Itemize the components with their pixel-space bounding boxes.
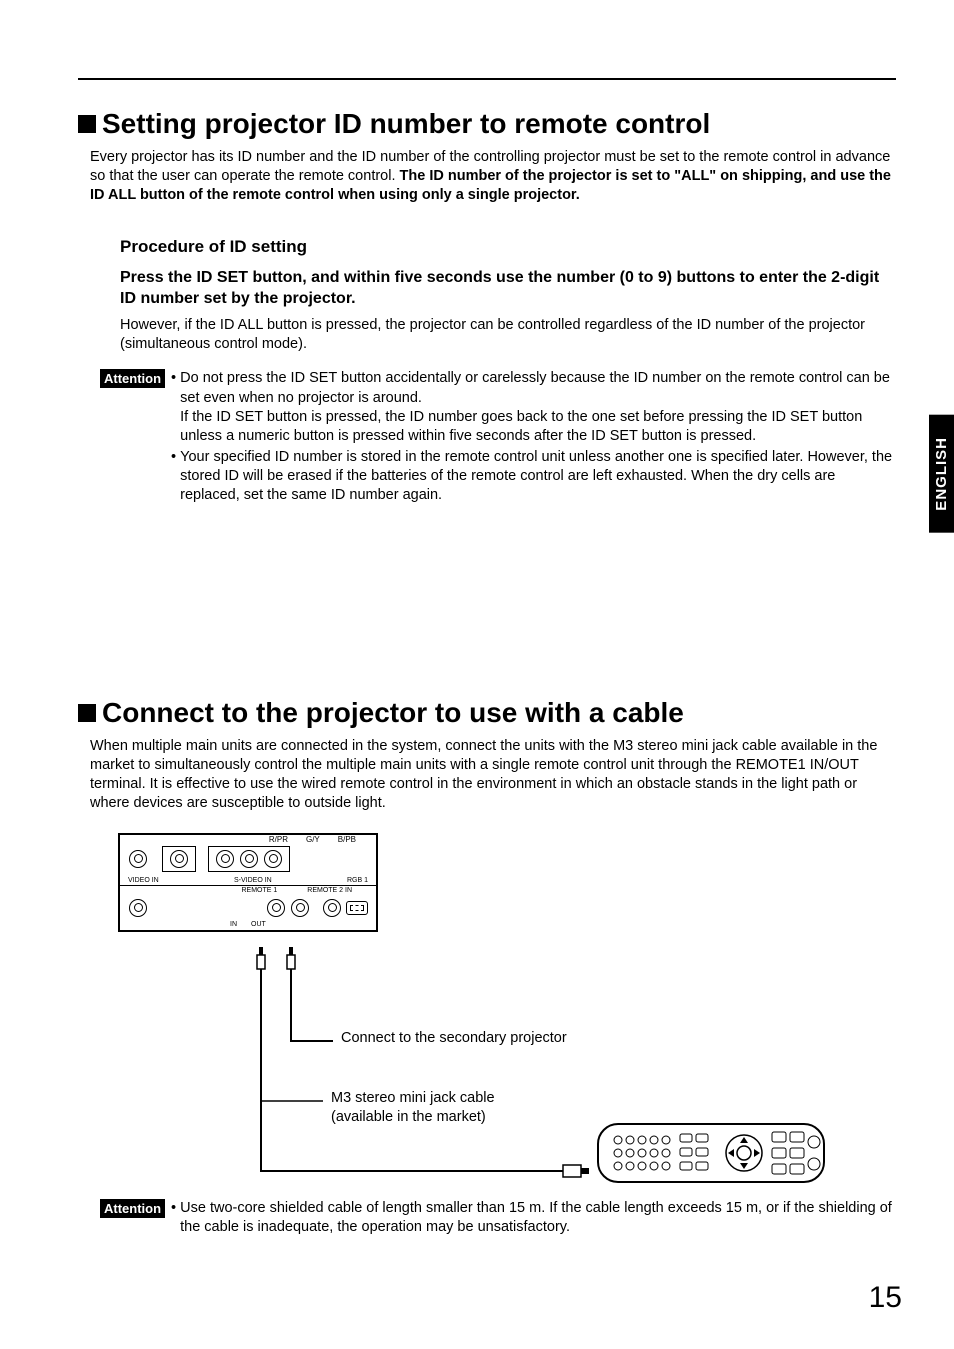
jack-icon (240, 850, 258, 868)
section1-title: Setting projector ID number to remote co… (78, 108, 896, 140)
section1-intro: Every projector has its ID number and th… (90, 148, 896, 205)
bullet-icon: • (171, 448, 176, 505)
section2-title-text: Connect to the projector to use with a c… (102, 697, 684, 729)
remote1-out-jack (291, 899, 309, 917)
rgb-ports (208, 846, 290, 872)
attention-item: •Your specified ID number is stored in t… (171, 448, 896, 505)
attention-text: Your specified ID number is stored in th… (180, 448, 896, 505)
port-labels-row2: REMOTE 1 REMOTE 2 IN (120, 886, 376, 895)
panel-row-bottom (120, 895, 376, 921)
label-svideo-in: S-VIDEO IN (234, 877, 272, 884)
caption-secondary: Connect to the secondary projector (341, 1029, 567, 1048)
remote1-in-jack (267, 899, 285, 917)
attention-block-1: Attention •Do not press the ID SET butto… (100, 369, 896, 507)
label-remote1: REMOTE 1 (241, 887, 277, 894)
label-bpb: B/PB (338, 835, 356, 844)
jack-icon (216, 850, 234, 868)
section1-title-text: Setting projector ID number to remote co… (102, 108, 710, 140)
section2-title: Connect to the projector to use with a c… (78, 697, 896, 729)
caption-cable: M3 stereo mini jack cable (available in … (331, 1089, 531, 1127)
label-rgb1: RGB 1 (347, 877, 368, 884)
label-remote2: REMOTE 2 IN (307, 887, 352, 894)
jack-icon (323, 899, 341, 917)
square-bullet-icon (78, 115, 96, 133)
attention-item: •Do not press the ID SET button accident… (171, 369, 896, 446)
jack-icon (170, 850, 188, 868)
language-tab: ENGLISH (929, 415, 954, 533)
label-in: IN (230, 921, 237, 928)
label-rpr: R/PR (269, 835, 288, 844)
bullet-icon: • (171, 369, 176, 446)
procedure-step: Press the ID SET button, and within five… (120, 267, 896, 310)
svideo-port (162, 846, 196, 872)
port-labels-row1: VIDEO IN S-VIDEO IN RGB 1 (120, 876, 376, 885)
attention-text: Use two-core shielded cable of length sm… (180, 1199, 896, 1237)
attention-list-1: •Do not press the ID SET button accident… (171, 369, 896, 507)
section2: Connect to the projector to use with a c… (78, 697, 896, 1239)
jack-icon (129, 899, 147, 917)
label-out: OUT (251, 921, 266, 928)
jack-icon (129, 850, 147, 868)
label-gy: G/Y (306, 835, 320, 844)
attention-item: •Use two-core shielded cable of length s… (171, 1199, 896, 1237)
attention-text: Do not press the ID SET button accidenta… (180, 369, 896, 446)
jack-icon (264, 850, 282, 868)
label-video-in: VIDEO IN (128, 877, 159, 884)
horizontal-rule (78, 78, 896, 80)
attention-block-2: Attention •Use two-core shielded cable o… (100, 1199, 896, 1239)
connection-diagram: R/PR G/Y B/PB VIDEO IN (118, 833, 896, 1193)
section2-intro: When multiple main units are connected i… (90, 737, 896, 812)
bullet-icon: • (171, 1199, 176, 1237)
page: Setting projector ID number to remote co… (0, 0, 954, 1349)
serial-port-icon (346, 901, 368, 915)
attention-label: Attention (100, 369, 165, 388)
in-out-labels: IN OUT (120, 921, 376, 930)
procedure-body: However, if the ID ALL button is pressed… (120, 316, 896, 354)
attention-label: Attention (100, 1199, 165, 1218)
page-number: 15 (869, 1281, 902, 1315)
square-bullet-icon (78, 704, 96, 722)
attention-list-2: •Use two-core shielded cable of length s… (171, 1199, 896, 1239)
panel-row-top (120, 842, 376, 876)
remote-svg (596, 1118, 826, 1188)
procedure-heading: Procedure of ID setting (120, 237, 896, 257)
remote-control-illustration (596, 1118, 826, 1193)
projector-rear-panel: R/PR G/Y B/PB VIDEO IN (118, 833, 378, 932)
